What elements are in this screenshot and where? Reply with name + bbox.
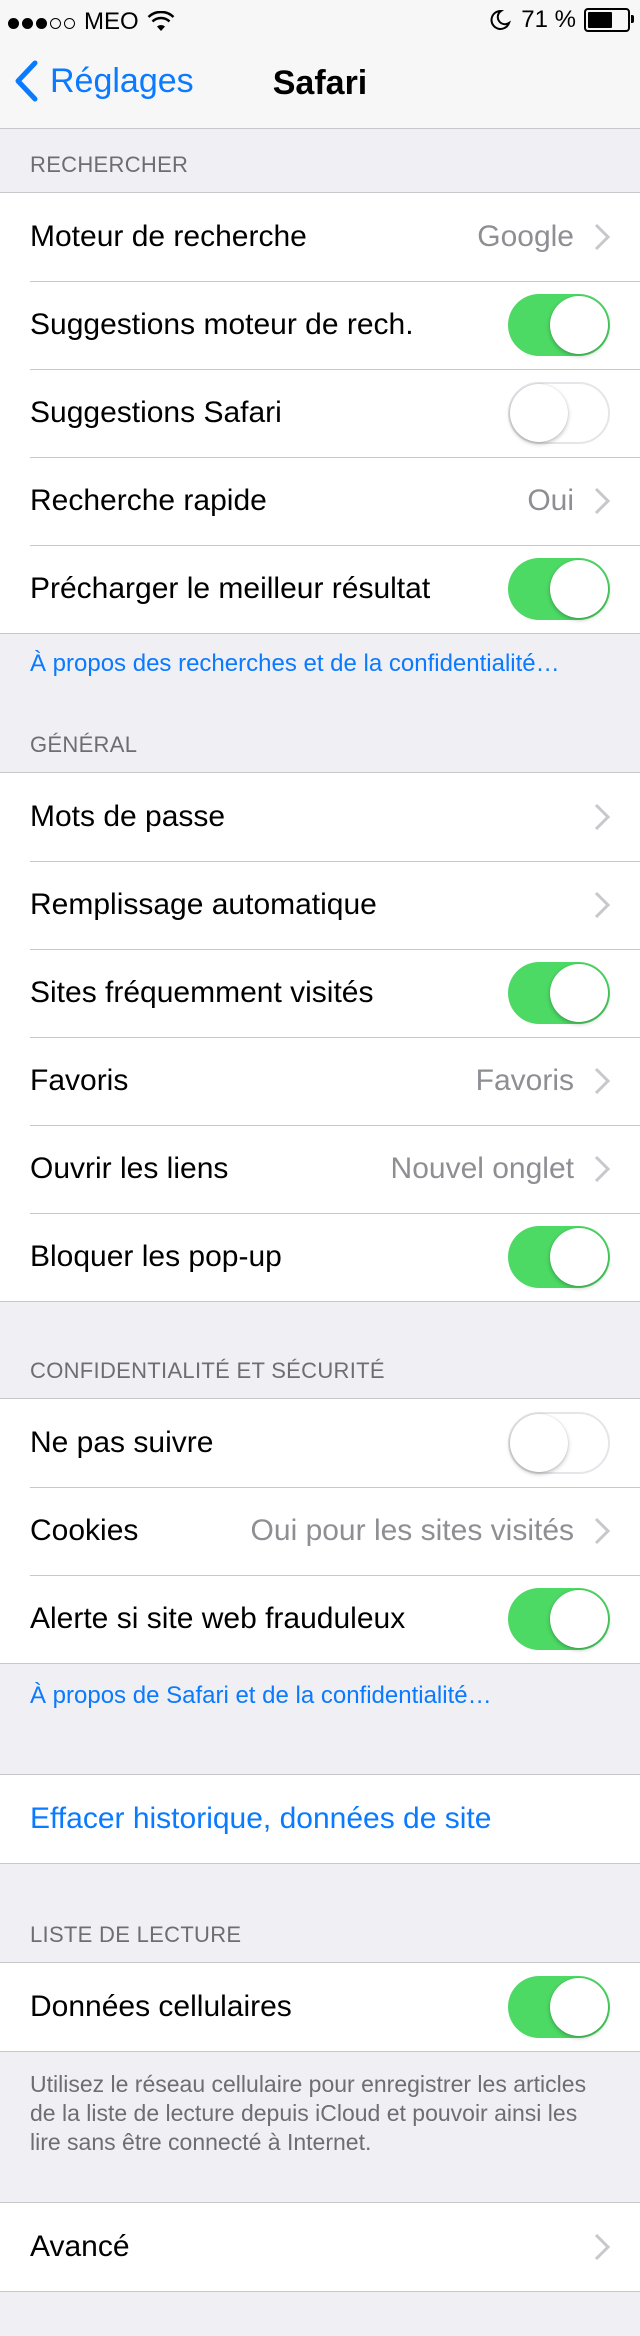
toggle-block-popups[interactable]	[508, 1226, 610, 1288]
reading-list-footer-text: Utilisez le réseau cellulaire pour enreg…	[30, 2071, 587, 2155]
carrier-name: MEO	[84, 8, 139, 35]
wifi-icon	[147, 11, 175, 31]
row-quick-website-search[interactable]: Recherche rapide Oui	[0, 457, 640, 545]
advanced-group: Avancé	[0, 2202, 640, 2292]
chevron-right-icon	[594, 1155, 610, 1183]
row-block-popups: Bloquer les pop-up	[0, 1213, 640, 1301]
row-frequently-visited-sites: Sites fréquemment visités	[0, 949, 640, 1037]
reading-list-group: Données cellulaires	[0, 1962, 640, 2052]
chevron-right-icon	[594, 803, 610, 831]
row-safari-suggestions: Suggestions Safari	[0, 369, 640, 457]
section-header-search: RECHERCHER	[30, 152, 189, 177]
toggle-fraud-warning[interactable]	[508, 1588, 610, 1650]
row-cookies[interactable]: Cookies Oui pour les sites visités	[0, 1487, 640, 1575]
row-search-engine-suggestions: Suggestions moteur de rech.	[0, 281, 640, 369]
row-open-links[interactable]: Ouvrir les liens Nouvel onglet	[0, 1125, 640, 1213]
row-autofill[interactable]: Remplissage automatique	[0, 861, 640, 949]
toggle-cellular-data[interactable]	[508, 1976, 610, 2038]
signal-strength-icon	[8, 8, 78, 36]
moon-icon	[490, 9, 512, 30]
row-search-engine[interactable]: Moteur de recherche Google	[0, 193, 640, 281]
safari-privacy-link[interactable]: À propos de Safari et de la confidential…	[30, 1682, 492, 1710]
section-header-general: GÉNÉRAL	[30, 732, 138, 757]
section-header-reading-list: LISTE DE LECTURE	[30, 1922, 242, 1947]
chevron-right-icon	[594, 1067, 610, 1095]
chevron-right-icon	[594, 487, 610, 515]
chevron-right-icon	[594, 2233, 610, 2261]
row-advanced[interactable]: Avancé	[0, 2203, 640, 2291]
general-settings-group: Mots de passe Remplissage automatique Si…	[0, 772, 640, 1302]
row-preload-top-hit: Précharger le meilleur résultat	[0, 545, 640, 633]
search-privacy-link[interactable]: À propos des recherches et de la confide…	[30, 650, 560, 678]
toggle-safari-suggestions[interactable]	[508, 382, 610, 444]
clear-history-label: Effacer historique, données de site	[30, 1802, 492, 1835]
section-header-privacy: CONFIDENTIALITÉ ET SÉCURITÉ	[30, 1358, 385, 1383]
battery-percent: 71 %	[521, 6, 576, 33]
row-favorites[interactable]: Favoris Favoris	[0, 1037, 640, 1125]
toggle-frequently-visited-sites[interactable]	[508, 962, 610, 1024]
toggle-search-engine-suggestions[interactable]	[508, 294, 610, 356]
chevron-right-icon	[594, 223, 610, 251]
chevron-right-icon	[594, 891, 610, 919]
chevron-right-icon	[594, 1517, 610, 1545]
clear-history-group: Effacer historique, données de site	[0, 1774, 640, 1864]
battery-icon	[584, 8, 634, 32]
row-passwords[interactable]: Mots de passe	[0, 773, 640, 861]
toggle-preload-top-hit[interactable]	[508, 558, 610, 620]
clear-history-button[interactable]: Effacer historique, données de site	[0, 1775, 640, 1863]
status-bar: MEO 71 %	[0, 0, 640, 40]
row-fraud-warning: Alerte si site web frauduleux	[0, 1575, 640, 1663]
navigation-bar: Safari Réglages	[0, 40, 640, 129]
row-do-not-track: Ne pas suivre	[0, 1399, 640, 1487]
row-cellular-data: Données cellulaires	[0, 1963, 640, 2051]
back-button[interactable]: Réglages	[14, 60, 194, 102]
back-button-label: Réglages	[50, 61, 194, 100]
privacy-settings-group: Ne pas suivre Cookies Oui pour les sites…	[0, 1398, 640, 1664]
chevron-left-icon	[15, 60, 38, 102]
toggle-do-not-track[interactable]	[508, 1412, 610, 1474]
search-settings-group: Moteur de recherche Google Suggestions m…	[0, 192, 640, 634]
